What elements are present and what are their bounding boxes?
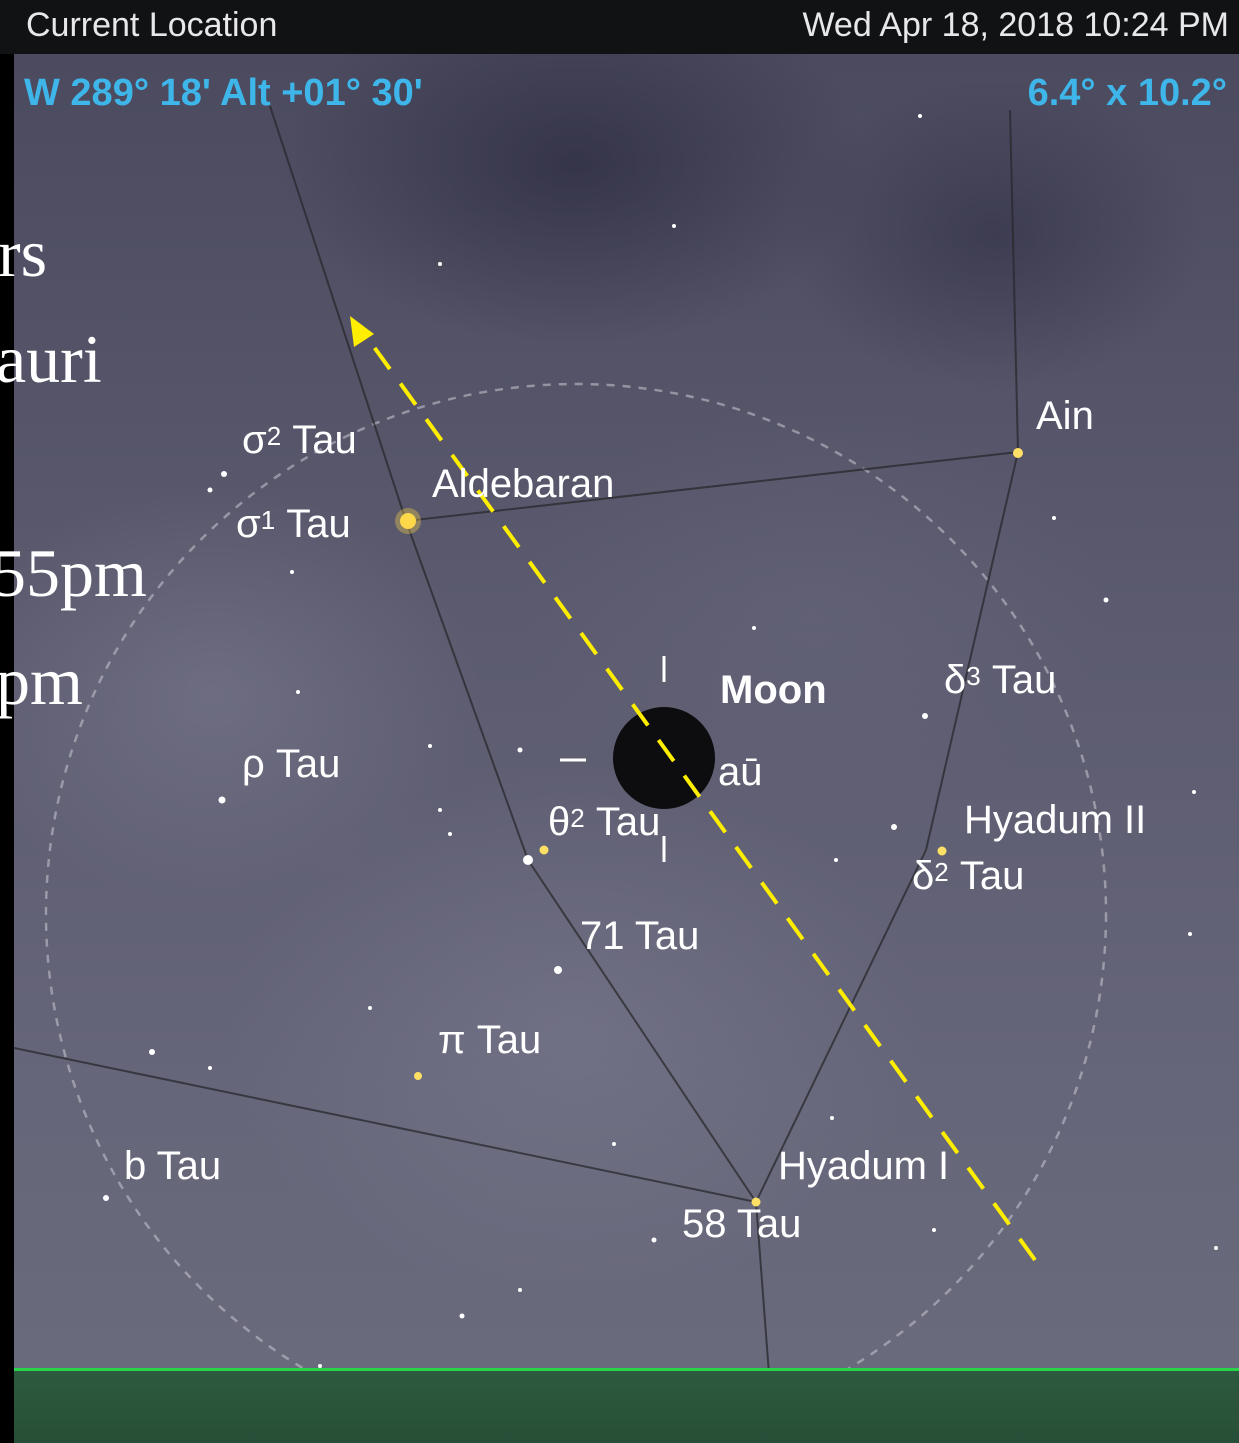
label-b-tau[interactable]: b Tau (124, 1146, 221, 1186)
label-delta3-tau[interactable]: δ3 Tau (944, 660, 1056, 700)
star (932, 1228, 936, 1232)
star (428, 744, 432, 748)
constellation-line (1009, 109, 1019, 453)
aldebaran-star (400, 513, 416, 529)
label-71-tau[interactable]: 71 Tau (580, 916, 699, 956)
star (218, 796, 226, 804)
constellation-line (405, 520, 529, 861)
position-readout[interactable]: W 289° 18' Alt +01° 30' (24, 72, 423, 115)
star (149, 1049, 155, 1055)
label-moon[interactable]: Moon (720, 670, 827, 710)
fov-readout[interactable]: 6.4° x 10.2° (1028, 72, 1227, 115)
pi-star (414, 1072, 422, 1080)
star (651, 1237, 657, 1243)
label-delta2-tau[interactable]: δ2 Tau (912, 856, 1024, 896)
star (922, 713, 928, 719)
star (221, 471, 227, 477)
star (1052, 516, 1056, 520)
label-au[interactable]: aū (718, 752, 763, 792)
sky-chart (14, 105, 1218, 1440)
label-ain[interactable]: Ain (1036, 396, 1094, 436)
star (1214, 1246, 1218, 1250)
label-sigma1-tau[interactable]: σ1 Tau (236, 504, 351, 544)
star (448, 832, 452, 836)
label-theta2-tau[interactable]: θ2 Tau (548, 802, 660, 842)
star (612, 1142, 616, 1146)
star (1103, 597, 1109, 603)
fov-circle (44, 382, 1108, 1440)
label-aldebaran[interactable]: Aldebaran (432, 464, 614, 504)
constellation-lines (14, 105, 1019, 1440)
star (830, 1116, 834, 1120)
datetime-label[interactable]: Wed Apr 18, 2018 10:24 PM (802, 6, 1229, 45)
bright-stars (395, 448, 1023, 1207)
label-rho-tau[interactable]: ρ Tau (242, 744, 340, 784)
star (368, 1006, 372, 1010)
star (918, 114, 922, 118)
star (1192, 790, 1196, 794)
star (438, 262, 442, 266)
horizon-ground (14, 1368, 1239, 1443)
star (834, 858, 838, 862)
label-pi-tau[interactable]: π Tau (438, 1020, 541, 1060)
star (290, 570, 294, 574)
label-hyadum-i[interactable]: Hyadum I (778, 1146, 949, 1186)
star (523, 855, 533, 865)
theta2-star (539, 845, 549, 855)
path-arrow (350, 316, 1037, 1262)
status-bar: Current Location Wed Apr 18, 2018 10:24 … (0, 0, 1239, 54)
star (517, 747, 523, 753)
star (296, 690, 300, 694)
ain-star (1013, 448, 1023, 458)
star (1188, 932, 1192, 936)
constellation-line (925, 451, 1019, 851)
sky-view[interactable]: W 289° 18' Alt +01° 30' 6.4° x 10.2° σ2 … (14, 54, 1239, 1440)
label-58-tau[interactable]: 58 Tau (682, 1204, 801, 1244)
slide-text-overlay: rs auri 55pm pm (0, 54, 147, 1440)
star (518, 1288, 522, 1292)
star (438, 808, 442, 812)
star (459, 1313, 465, 1319)
delta2-star (937, 846, 947, 856)
star (554, 966, 562, 974)
constellation-line (527, 859, 757, 1203)
star (208, 1066, 212, 1070)
location-label[interactable]: Current Location (26, 6, 277, 45)
label-sigma2-tau[interactable]: σ2 Tau (242, 420, 357, 460)
label-hyadum-ii[interactable]: Hyadum II (964, 800, 1146, 840)
star (207, 487, 213, 493)
star (752, 626, 756, 630)
star (103, 1195, 109, 1201)
star (891, 824, 897, 830)
star (672, 224, 676, 228)
